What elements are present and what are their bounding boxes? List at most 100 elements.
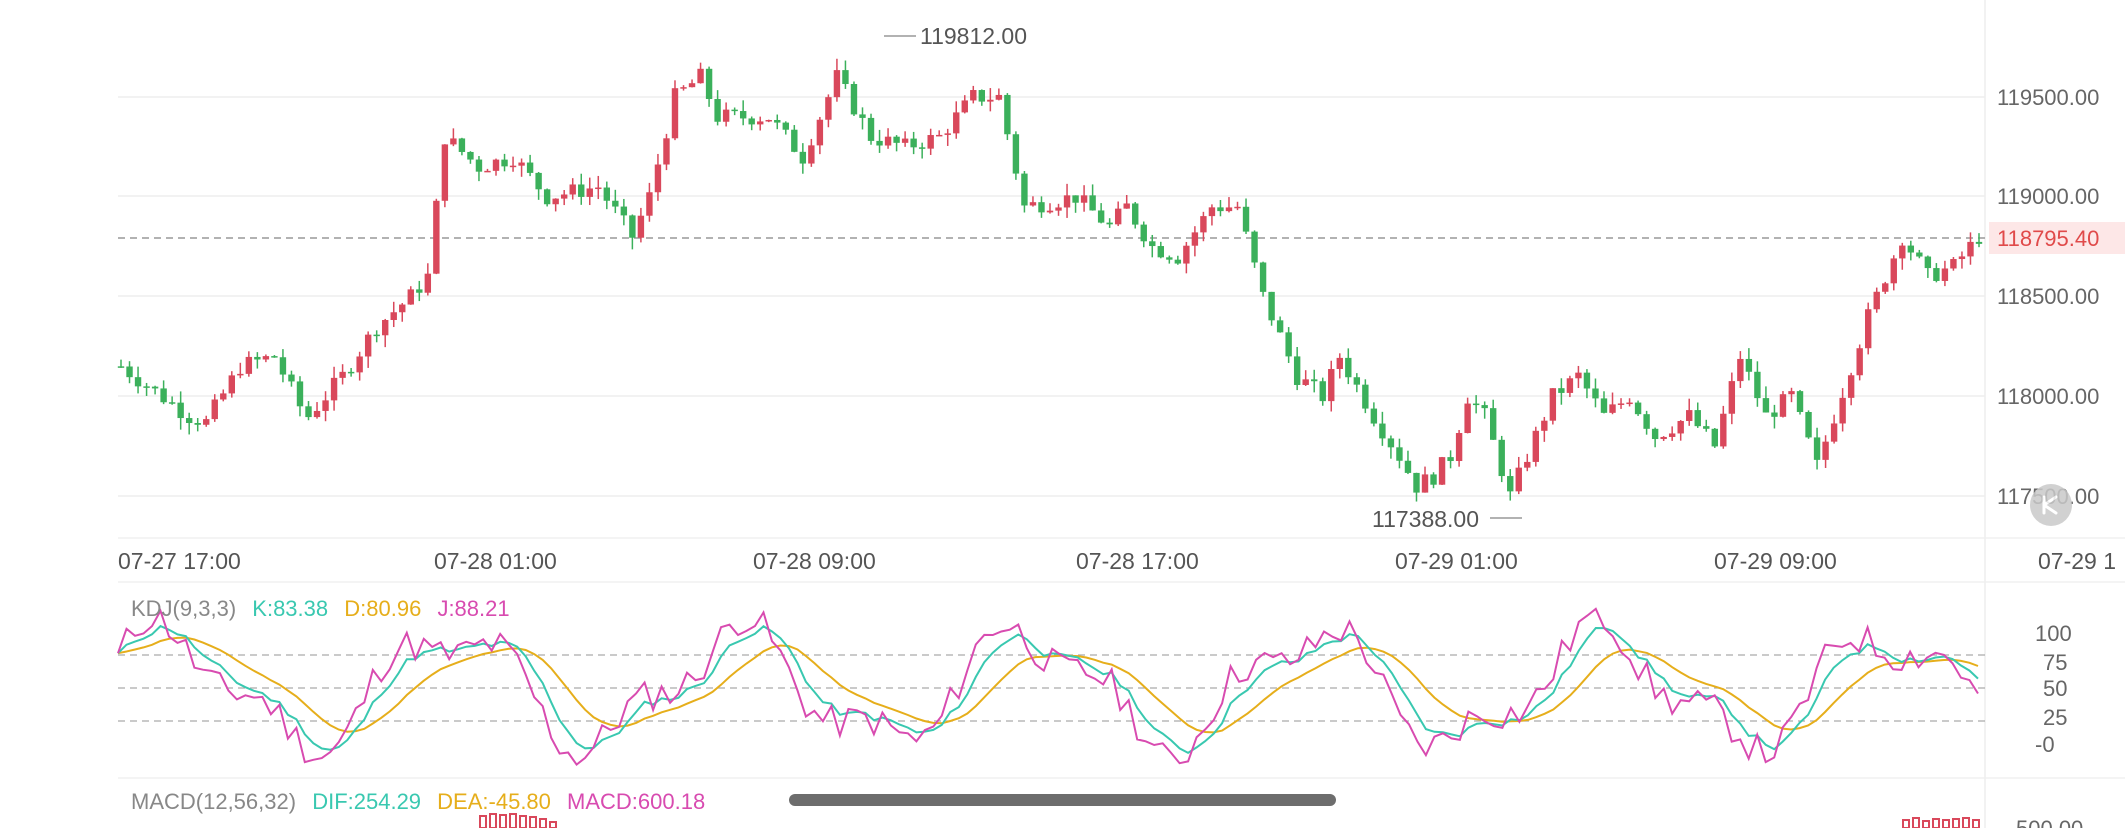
candle-body	[134, 377, 142, 387]
candle-body	[1200, 216, 1207, 233]
candle-body	[364, 334, 372, 357]
candle-body	[1132, 203, 1139, 225]
candle-body	[1967, 241, 1974, 257]
candle-body	[458, 138, 466, 152]
candle-body	[1021, 173, 1028, 206]
candle-body	[612, 200, 619, 207]
candle-body	[1686, 410, 1693, 422]
candle-body	[1029, 202, 1037, 206]
macd-macd-value: MACD:600.18	[567, 789, 705, 814]
reset-icon	[2042, 495, 2058, 515]
candle-body	[1362, 384, 1369, 409]
candle-body	[1745, 358, 1753, 372]
candle-body	[177, 402, 184, 419]
candle-body	[680, 87, 687, 89]
candle-body	[595, 187, 602, 190]
candle-body	[1583, 372, 1591, 389]
candle-body	[1515, 467, 1522, 492]
candle-body	[833, 70, 841, 98]
candle-body	[1293, 356, 1301, 385]
candle-body	[1754, 371, 1761, 399]
candle-body	[714, 98, 721, 122]
candle-body	[1464, 403, 1471, 434]
candle-body	[739, 111, 747, 119]
candle-body	[646, 192, 653, 216]
candle-body	[382, 320, 389, 336]
kdj-j-line	[117, 607, 1979, 767]
candle-body	[509, 165, 517, 168]
candle-body	[475, 159, 483, 172]
horizontal-scrollbar[interactable]	[789, 794, 1336, 806]
candle-body	[1899, 245, 1906, 259]
candle-body	[578, 184, 585, 197]
candle-body	[416, 289, 423, 293]
candle-body	[271, 356, 278, 358]
reset-view-button[interactable]	[2030, 484, 2072, 526]
trading-chart[interactable]: 119812.00 117388.00 119500.00 119000.00 …	[0, 0, 2125, 833]
candle-body	[1106, 222, 1113, 225]
candle-body	[1225, 207, 1233, 212]
time-tick: 07-28 01:00	[434, 548, 557, 574]
candle-body	[901, 138, 909, 143]
candle-body	[1149, 241, 1156, 247]
candle-body	[1651, 428, 1659, 440]
candle-body	[1668, 433, 1676, 437]
candle-body	[1634, 402, 1642, 415]
candle-body	[322, 400, 329, 411]
candle-body	[603, 187, 611, 201]
candle-body	[1941, 268, 1949, 281]
candle-body	[126, 366, 133, 378]
candle-body	[535, 172, 542, 190]
candle-body	[1345, 357, 1352, 378]
candle-body	[305, 406, 312, 418]
time-tick: 07-29 09:00	[1714, 548, 1837, 574]
candle-body	[203, 419, 210, 425]
candle-body	[705, 68, 713, 99]
candle-body	[1387, 438, 1395, 448]
chart-canvas[interactable]: 119812.00 117388.00 119500.00 119000.00 …	[0, 0, 2125, 833]
candle-body	[586, 188, 593, 197]
candle-body	[893, 136, 900, 143]
candle-body	[211, 399, 218, 420]
candle-body	[245, 356, 253, 374]
candle-body	[143, 386, 150, 388]
candle-body	[1430, 474, 1437, 485]
candle-body	[910, 138, 917, 148]
candle-body	[1830, 423, 1838, 442]
candle-body	[194, 423, 201, 425]
candle-body	[1183, 245, 1190, 264]
kdj-k-line	[117, 624, 1979, 755]
candle-body	[1600, 398, 1608, 413]
candle-body	[995, 94, 1003, 100]
time-tick: 07-28 17:00	[1076, 548, 1199, 574]
candle-body	[1089, 195, 1096, 211]
candle-body	[220, 393, 227, 400]
candle-body	[1856, 348, 1863, 376]
candle-body	[1276, 320, 1284, 333]
candle-body	[1660, 436, 1667, 440]
candle-body	[1370, 408, 1378, 424]
candle-body	[1421, 474, 1429, 493]
high-annotation: 119812.00	[884, 23, 1027, 49]
candle-body	[1268, 291, 1275, 321]
candle-body	[816, 119, 824, 146]
candle-body	[1046, 210, 1054, 213]
candle-body	[237, 373, 244, 376]
candle-body	[1498, 439, 1505, 477]
candle-body	[552, 198, 559, 205]
candle-body	[1882, 283, 1889, 292]
candle-body	[1805, 412, 1812, 438]
candle-body	[1472, 403, 1480, 406]
time-axis: 07-27 17:00 07-28 01:00 07-28 09:00 07-2…	[118, 548, 2116, 574]
candle-body	[1813, 437, 1821, 460]
candle-body	[791, 129, 798, 152]
macd-name: MACD(12,56,32)	[131, 789, 296, 814]
candle-body	[1847, 375, 1855, 398]
candle-body	[774, 119, 781, 123]
candle-body	[168, 402, 176, 404]
candle-body	[433, 200, 440, 274]
candle-body	[1157, 246, 1164, 258]
candle-body	[1694, 410, 1701, 427]
candle-body	[1617, 403, 1625, 405]
candle-body	[569, 184, 576, 195]
